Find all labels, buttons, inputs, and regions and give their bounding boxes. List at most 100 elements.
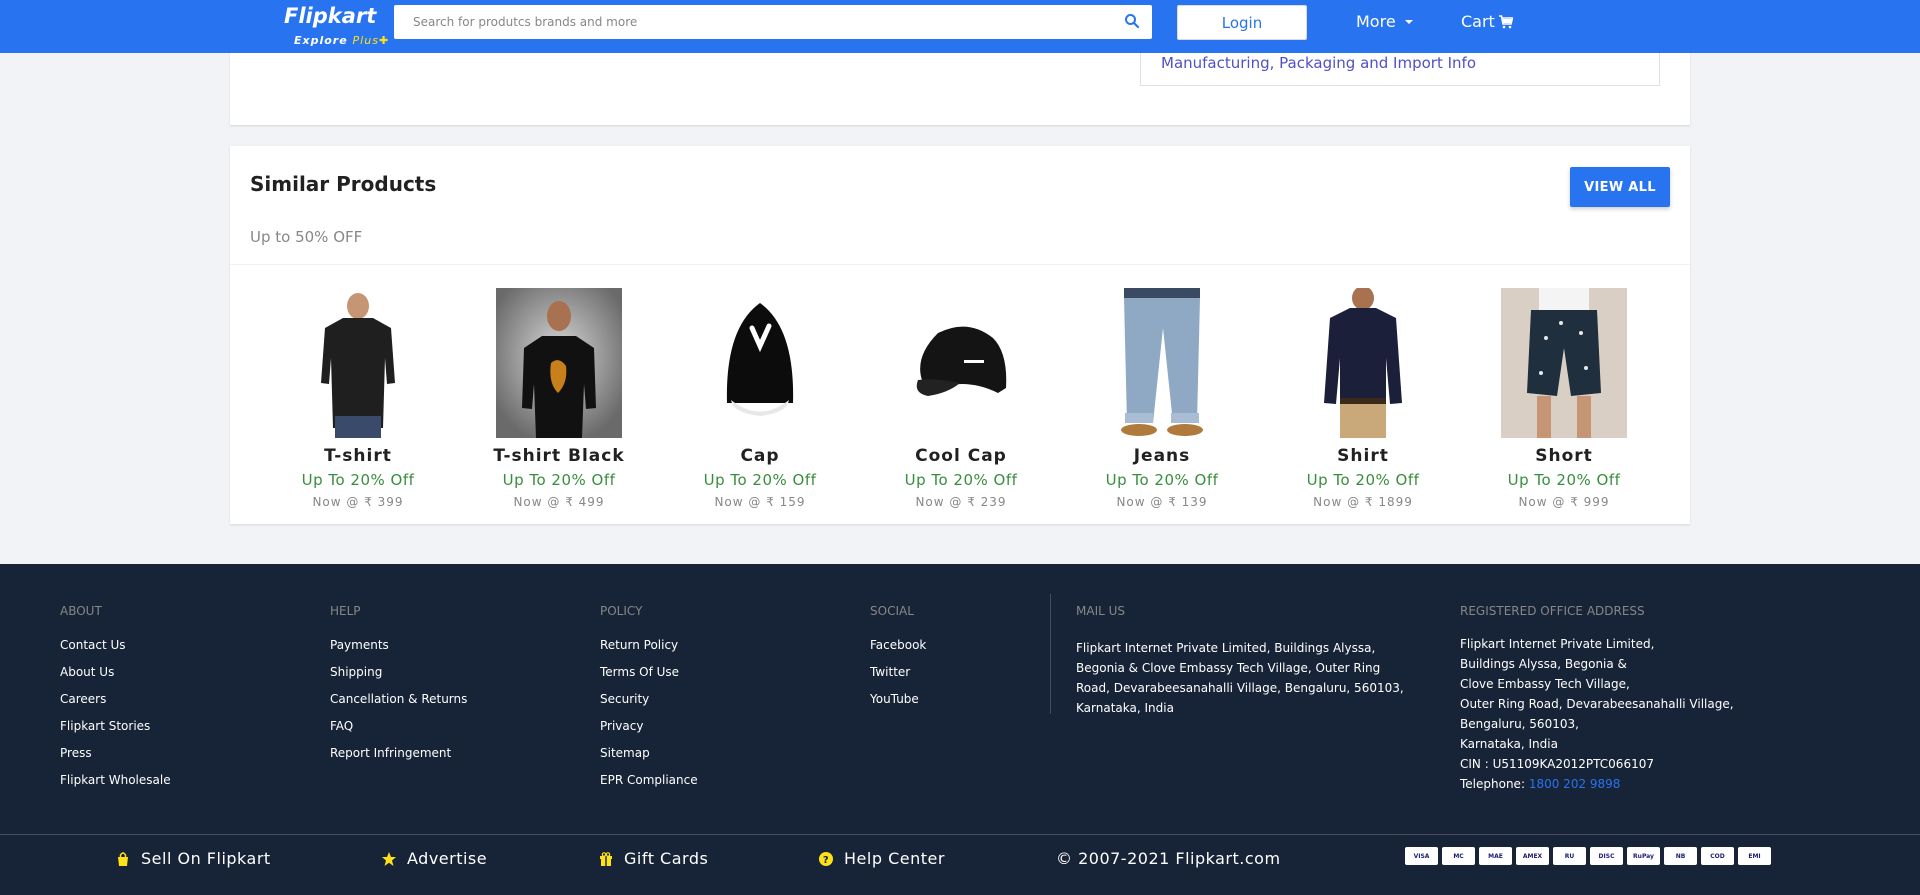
footer-link-epr[interactable]: EPR Compliance <box>600 773 698 800</box>
product-name: Cool Cap <box>915 446 1007 466</box>
product-card-tshirt[interactable]: T-shirt Up To 20% Off Now @ ₹ 399 <box>258 288 458 509</box>
footer-link-report[interactable]: Report Infringement <box>330 746 467 773</box>
mastercard-icon: MC <box>1442 847 1475 865</box>
footer-link-shipping[interactable]: Shipping <box>330 665 467 692</box>
product-price: Now @ ₹ 399 <box>312 495 404 509</box>
footer-link-youtube[interactable]: YouTube <box>870 692 926 719</box>
plus-icon: ✚ <box>378 34 390 47</box>
footer-link-privacy[interactable]: Privacy <box>600 719 698 746</box>
logo-text: Flipkart <box>284 4 377 28</box>
footer-link-facebook[interactable]: Facebook <box>870 638 926 665</box>
rupay-icon: RuPay <box>1627 847 1660 865</box>
cart-link[interactable]: Cart <box>1461 12 1513 31</box>
product-card-short[interactable]: Short Up To 20% Off Now @ ₹ 999 <box>1464 288 1664 509</box>
cart-icon <box>1498 14 1513 28</box>
office-address-line: Outer Ring Road, Devarabeesanahalli Vill… <box>1460 697 1734 711</box>
similar-products-section: Similar Products Up to 50% OFF VIEW ALL … <box>230 146 1690 524</box>
login-button[interactable]: Login <box>1177 5 1307 40</box>
footer-policy-column: POLICY Return Policy Terms Of Use Securi… <box>600 604 698 800</box>
help-center-label: Help Center <box>844 849 945 868</box>
mail-address-line: Begonia & Clove Embassy Tech Village, Ou… <box>1076 661 1381 675</box>
flipkart-logo[interactable]: Flipkart Explore Plus✚ <box>284 4 388 47</box>
footer-link-faq[interactable]: FAQ <box>330 719 467 746</box>
cart-label: Cart <box>1461 12 1495 31</box>
footer-link-terms[interactable]: Terms Of Use <box>600 665 698 692</box>
telephone-label: Telephone: <box>1460 777 1525 791</box>
footer-heading: POLICY <box>600 604 643 618</box>
mfg-info-link[interactable]: Manufacturing, Packaging and Import Info <box>1161 54 1476 72</box>
sell-on-flipkart-link[interactable]: Sell On Flipkart <box>115 849 271 868</box>
footer-heading: ABOUT <box>60 604 102 618</box>
search-input[interactable] <box>394 5 1152 39</box>
emi-icon: EMI <box>1738 847 1771 865</box>
cash-on-delivery-icon: COD <box>1701 847 1734 865</box>
product-name: Jeans <box>1133 446 1191 466</box>
advertise-link[interactable]: Advertise <box>381 849 487 868</box>
footer-social-column: SOCIAL Facebook Twitter YouTube <box>870 604 926 719</box>
product-name: T-shirt Black <box>493 446 625 466</box>
help-center-link[interactable]: ? Help Center <box>818 849 945 868</box>
gift-cards-label: Gift Cards <box>624 849 709 868</box>
footer-link-cancellation[interactable]: Cancellation & Returns <box>330 692 467 719</box>
product-name: Cap <box>740 446 780 466</box>
product-offer: Up To 20% Off <box>1105 471 1219 489</box>
office-cin: CIN : U51109KA2012PTC066107 <box>1460 757 1654 771</box>
product-offer: Up To 20% Off <box>1507 471 1621 489</box>
footer-heading: HELP <box>330 604 361 618</box>
payment-methods: VISA MC MAE AMEX RU DISC RuPay NB COD EM… <box>1405 847 1771 865</box>
telephone-link[interactable]: 1800 202 9898 <box>1529 777 1621 791</box>
gift-cards-link[interactable]: Gift Cards <box>598 849 708 868</box>
maestro-icon: MAE <box>1479 847 1512 865</box>
product-price: Now @ ₹ 139 <box>1116 495 1208 509</box>
product-card-jeans[interactable]: Jeans Up To 20% Off Now @ ₹ 139 <box>1062 288 1262 509</box>
product-card-cap[interactable]: Cap Up To 20% Off Now @ ₹ 159 <box>660 288 860 509</box>
footer-bottom-divider <box>0 834 1920 835</box>
discover-icon: DISC <box>1590 847 1623 865</box>
cool-cap-image <box>898 288 1024 438</box>
more-menu[interactable]: More <box>1356 12 1414 31</box>
product-price: Now @ ₹ 1899 <box>1313 495 1413 509</box>
tshirt-image <box>295 288 421 438</box>
product-card-shirt[interactable]: Shirt Up To 20% Off Now @ ₹ 1899 <box>1263 288 1463 509</box>
footer-link-about-us[interactable]: About Us <box>60 665 171 692</box>
logo-plus: Plus <box>352 34 379 47</box>
mail-address-line: Road, Devarabeesanahalli Village, Bengal… <box>1076 681 1404 695</box>
mail-address-line: Flipkart Internet Private Limited, Build… <box>1076 641 1376 655</box>
chevron-down-icon <box>1404 19 1413 24</box>
footer-link-payments[interactable]: Payments <box>330 638 467 665</box>
product-card-cool-cap[interactable]: Cool Cap Up To 20% Off Now @ ₹ 239 <box>861 288 1061 509</box>
footer-office-column: REGISTERED OFFICE ADDRESS Flipkart Inter… <box>1460 604 1880 794</box>
office-telephone: Telephone: 1800 202 9898 <box>1460 774 1880 794</box>
footer-link-press[interactable]: Press <box>60 746 171 773</box>
product-card-tshirt-black[interactable]: T-shirt Black Up To 20% Off Now @ ₹ 499 <box>459 288 659 509</box>
gift-icon <box>600 851 612 866</box>
office-address-line: Karnataka, India <box>1460 737 1558 751</box>
footer-link-sitemap[interactable]: Sitemap <box>600 746 698 773</box>
footer-about-column: ABOUT Contact Us About Us Careers Flipka… <box>60 604 171 800</box>
diners-icon: RU <box>1553 847 1586 865</box>
logo-tagline: Explore Plus✚ <box>294 34 389 47</box>
office-address-line: Clove Embassy Tech Village, <box>1460 677 1630 691</box>
footer-link-twitter[interactable]: Twitter <box>870 665 926 692</box>
view-all-button[interactable]: VIEW ALL <box>1570 167 1670 207</box>
footer-link-return-policy[interactable]: Return Policy <box>600 638 698 665</box>
footer-link-stories[interactable]: Flipkart Stories <box>60 719 171 746</box>
footer-heading: REGISTERED OFFICE ADDRESS <box>1460 604 1645 618</box>
footer-link-wholesale[interactable]: Flipkart Wholesale <box>60 773 171 800</box>
search-icon[interactable] <box>1124 13 1140 29</box>
jeans-image <box>1099 288 1225 438</box>
footer-link-careers[interactable]: Careers <box>60 692 171 719</box>
footer-help-column: HELP Payments Shipping Cancellation & Re… <box>330 604 467 773</box>
section-title: Similar Products <box>250 172 437 196</box>
star-icon <box>382 851 396 866</box>
product-offer: Up To 20% Off <box>301 471 415 489</box>
footer-divider <box>1050 594 1051 714</box>
footer-link-security[interactable]: Security <box>600 692 698 719</box>
office-address-line: Flipkart Internet Private Limited, <box>1460 637 1655 651</box>
footer-link-contact-us[interactable]: Contact Us <box>60 638 171 665</box>
product-price: Now @ ₹ 239 <box>915 495 1007 509</box>
site-footer: ABOUT Contact Us About Us Careers Flipka… <box>0 564 1920 895</box>
more-label: More <box>1356 12 1396 31</box>
product-price: Now @ ₹ 499 <box>513 495 605 509</box>
product-name: T-shirt <box>324 446 392 466</box>
